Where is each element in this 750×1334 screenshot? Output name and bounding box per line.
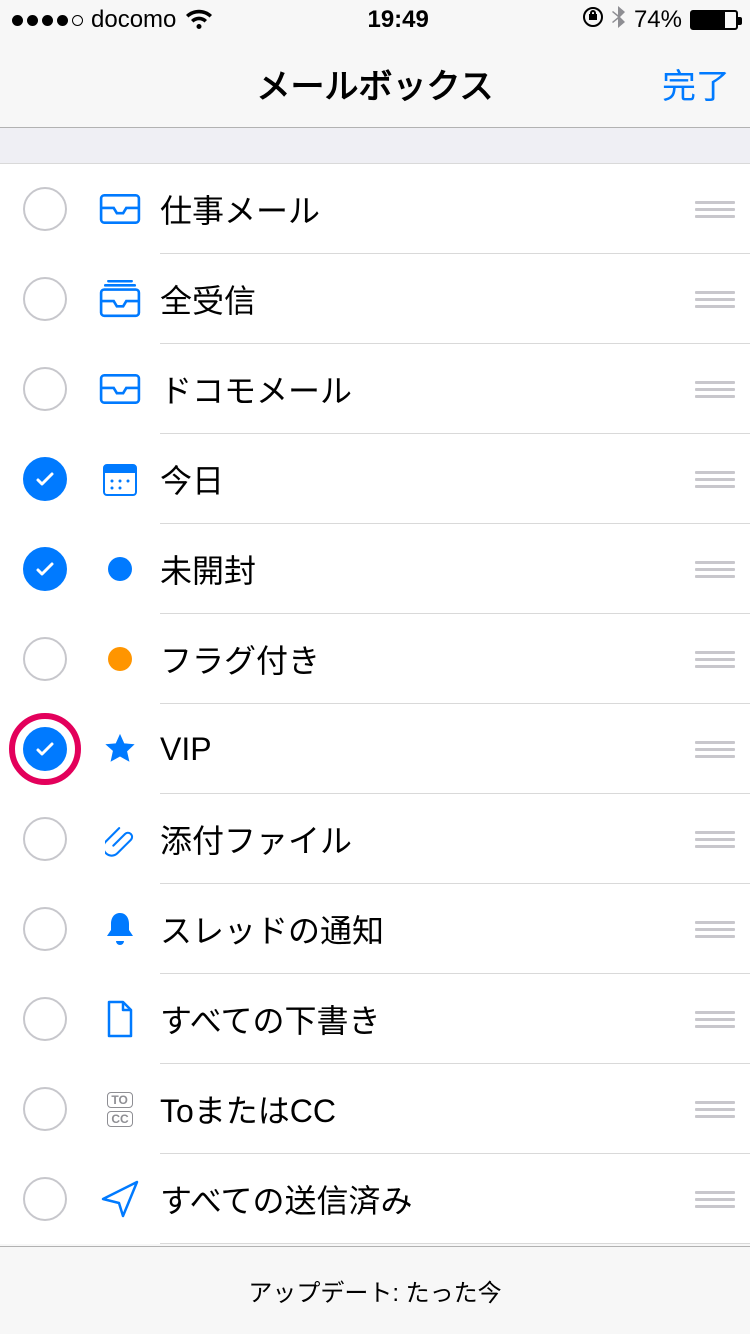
mailbox-check-col: [0, 997, 90, 1041]
mailbox-label: 添付ファイル: [150, 816, 680, 862]
status-right: 74%: [582, 5, 738, 36]
mailbox-row[interactable]: 添付ファイル: [0, 794, 750, 884]
drag-handle-icon[interactable]: [680, 557, 750, 582]
calendar-icon: [90, 461, 150, 497]
drag-handle-icon[interactable]: [680, 377, 750, 402]
mailbox-checkbox[interactable]: [23, 457, 67, 501]
mailbox-label: すべての送信済み: [150, 1176, 680, 1222]
mailbox-label: VIP: [150, 731, 680, 768]
mailbox-row[interactable]: 全受信: [0, 254, 750, 344]
mailbox-check-col: [0, 187, 90, 231]
drag-handle-icon[interactable]: [680, 917, 750, 942]
mailbox-row[interactable]: VIP: [0, 704, 750, 794]
mailbox-row[interactable]: 仕事メール: [0, 164, 750, 254]
mailbox-check-col: [0, 1087, 90, 1131]
drag-handle-icon[interactable]: [680, 1007, 750, 1032]
highlight-ring-icon: [9, 713, 81, 785]
bluetooth-icon: [612, 5, 626, 36]
drag-handle-icon[interactable]: [680, 1187, 750, 1212]
mailbox-label: 全受信: [150, 276, 680, 322]
battery-icon: [690, 10, 738, 30]
mailbox-label: 今日: [150, 456, 680, 502]
mailbox-label: フラグ付き: [150, 636, 680, 682]
drag-handle-icon[interactable]: [680, 1097, 750, 1122]
mailbox-checkbox[interactable]: [23, 277, 67, 321]
wifi-icon: [184, 9, 214, 31]
section-spacer: [0, 128, 750, 164]
mailbox-checkbox[interactable]: [23, 997, 67, 1041]
bell-icon: [90, 911, 150, 947]
mailbox-checkbox[interactable]: [23, 547, 67, 591]
signal-dots-icon: [12, 15, 83, 26]
drag-handle-icon[interactable]: [680, 197, 750, 222]
mailbox-label: すべての下書き: [150, 996, 680, 1042]
inbox-icon: [90, 193, 150, 225]
all-inbox-icon: [90, 280, 150, 318]
mailbox-check-col: [0, 727, 90, 771]
inbox-icon: [90, 373, 150, 405]
mailbox-row[interactable]: ドコモメール: [0, 344, 750, 434]
drag-handle-icon[interactable]: [680, 827, 750, 852]
blue-dot-icon: [90, 557, 150, 581]
mailbox-checkbox[interactable]: [23, 1177, 67, 1221]
mailbox-check-col: [0, 907, 90, 951]
status-bar: docomo 19:49 74%: [0, 0, 750, 40]
mailbox-row[interactable]: フラグ付き: [0, 614, 750, 704]
status-left: docomo: [12, 6, 214, 34]
mailbox-checkbox[interactable]: [23, 817, 67, 861]
orange-dot-icon: [90, 647, 150, 671]
mailbox-label: スレッドの通知: [150, 906, 680, 952]
mailbox-check-col: [0, 457, 90, 501]
mailbox-label: ドコモメール: [150, 366, 680, 412]
mailbox-check-col: [0, 547, 90, 591]
row-divider: [160, 1243, 750, 1244]
mailbox-label: ToまたはCC: [150, 1086, 680, 1132]
paperclip-icon: [90, 819, 150, 859]
carrier-label: docomo: [91, 6, 176, 34]
mailbox-checkbox[interactable]: [23, 367, 67, 411]
footer-bar: アップデート: たった今: [0, 1246, 750, 1334]
nav-bar: メールボックス 完了: [0, 40, 750, 128]
drag-handle-icon[interactable]: [680, 647, 750, 672]
mailbox-checkbox[interactable]: [23, 1087, 67, 1131]
mailbox-row[interactable]: スレッドの通知: [0, 884, 750, 974]
mailbox-label: 仕事メール: [150, 186, 680, 232]
mailbox-row[interactable]: TOCCToまたはCC: [0, 1064, 750, 1154]
drag-handle-icon[interactable]: [680, 737, 750, 762]
battery-pct-label: 74%: [634, 6, 682, 34]
star-icon: [90, 732, 150, 766]
page-title: メールボックス: [257, 59, 494, 108]
mailbox-row[interactable]: すべての下書き: [0, 974, 750, 1064]
to-cc-icon: TOCC: [90, 1092, 150, 1127]
mailbox-check-col: [0, 277, 90, 321]
mailbox-checkbox[interactable]: [23, 187, 67, 231]
mailbox-check-col: [0, 1177, 90, 1221]
mailbox-checkbox[interactable]: [23, 637, 67, 681]
status-time: 19:49: [367, 6, 428, 34]
drag-handle-icon[interactable]: [680, 287, 750, 312]
done-button[interactable]: 完了: [662, 59, 730, 108]
mailbox-label: 未開封: [150, 546, 680, 592]
drag-handle-icon[interactable]: [680, 467, 750, 492]
mailbox-row[interactable]: 未開封: [0, 524, 750, 614]
mailbox-check-col: [0, 817, 90, 861]
draft-icon: [90, 1000, 150, 1038]
mailbox-list: 仕事メール全受信ドコモメール今日未開封フラグ付き VIP 添付ファイルスレッドの通知…: [0, 164, 750, 1244]
send-icon: [90, 1180, 150, 1218]
mailbox-checkbox[interactable]: [23, 907, 67, 951]
mailbox-row[interactable]: 今日: [0, 434, 750, 524]
mailbox-check-col: [0, 637, 90, 681]
orientation-lock-icon: [582, 6, 604, 35]
mailbox-row[interactable]: すべての送信済み: [0, 1154, 750, 1244]
update-status-label: アップデート: たった今: [248, 1273, 501, 1308]
mailbox-check-col: [0, 367, 90, 411]
